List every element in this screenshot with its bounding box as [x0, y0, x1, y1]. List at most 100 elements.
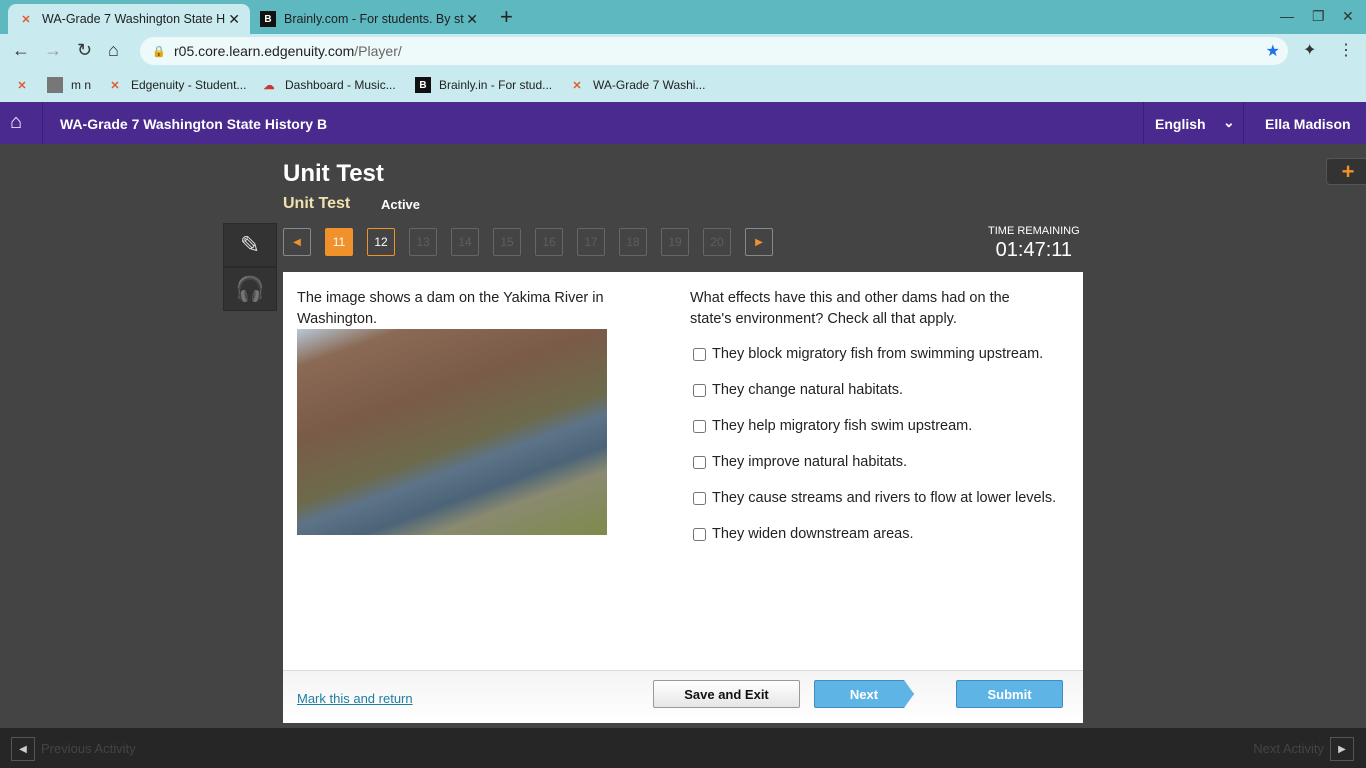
stimulus-text: The image shows a dam on the Yakima Rive… — [297, 290, 604, 327]
bookmark[interactable]: B Brainly.in - For stud... — [415, 77, 552, 93]
dam-photo — [297, 329, 607, 535]
option-label: They improve natural habitats. — [712, 454, 908, 470]
app-header: ⌂ WA-Grade 7 Washington State History B … — [0, 102, 1366, 144]
home-icon[interactable]: ⌂ — [10, 111, 22, 134]
page-13: 13 — [409, 228, 437, 256]
bookmark[interactable]: ✕ WA-Grade 7 Washi... — [569, 77, 705, 93]
close-icon[interactable]: ✕ — [228, 11, 240, 28]
option[interactable]: They change natural habitats. — [693, 382, 903, 398]
option-checkbox[interactable] — [693, 347, 706, 361]
option-checkbox[interactable] — [693, 419, 706, 433]
edgenuity-icon: ✕ — [17, 79, 27, 92]
next-question-button[interactable]: ▶ — [745, 228, 773, 256]
new-tab-button[interactable]: + — [500, 4, 513, 30]
back-icon[interactable]: ← — [12, 40, 30, 61]
reload-icon[interactable]: ↻ — [77, 40, 92, 61]
bookmark-label: m n — [71, 78, 92, 92]
course-title: WA-Grade 7 Washington State History B — [60, 116, 328, 132]
next-button[interactable]: Next — [814, 680, 914, 708]
lock-icon: 🔒 — [152, 45, 166, 58]
option-label: They help migratory fish swim upstream. — [712, 418, 973, 434]
music-icon: ☁ — [263, 79, 275, 92]
page-14: 14 — [451, 228, 479, 256]
option-label: They widen downstream areas. — [712, 526, 914, 542]
minimize-icon[interactable]: — — [1280, 8, 1294, 24]
option-checkbox[interactable] — [693, 455, 706, 469]
next-activity-label[interactable]: Next Activity — [1253, 741, 1324, 756]
option-label: They change natural habitats. — [712, 382, 904, 398]
headphones-icon[interactable]: 🎧 — [223, 267, 277, 311]
bookmark-label: Brainly.in - For stud... — [439, 78, 553, 92]
mark-and-return-link[interactable]: Mark this and return — [297, 691, 413, 706]
option[interactable]: They widen downstream areas. — [693, 526, 914, 542]
tab-brainly[interactable]: B Brainly.com - For students. By st ✕ — [250, 4, 488, 34]
page-20: 20 — [703, 228, 731, 256]
browser-tab-bar: ✕ WA-Grade 7 Washington State H ✕ B Brainly… — [0, 0, 1366, 34]
question-panel: The image shows a dam on the Yakima Rive… — [283, 272, 1083, 723]
option[interactable]: They help migratory fish swim upstream. — [693, 418, 972, 434]
tab-edgenuity[interactable]: ✕ WA-Grade 7 Washington State H ✕ — [8, 4, 250, 34]
activity-subtitle: Unit Test — [283, 195, 351, 212]
option[interactable]: They improve natural habitats. — [693, 454, 907, 470]
timer-label: TIME REMAINING — [988, 225, 1080, 237]
address-bar[interactable]: 🔒 r05.core.learn.edgenuity.com/Player/ ★ — [140, 37, 1288, 65]
option-checkbox[interactable] — [693, 383, 706, 397]
bookmark-label: Dashboard - Music... — [285, 78, 396, 92]
page-11[interactable]: 11 — [325, 228, 353, 256]
close-icon[interactable]: ✕ — [466, 11, 478, 28]
url-host: r05.core.learn.edgenuity.com — [174, 43, 355, 59]
brainly-icon: B — [260, 11, 276, 27]
url-path: /Player/ — [354, 43, 402, 59]
page-16: 16 — [535, 228, 563, 256]
save-and-exit-button[interactable]: Save and Exit — [653, 680, 800, 708]
option[interactable]: They cause streams and rivers to flow at… — [693, 490, 1056, 506]
bookmark-label: Edgenuity - Student... — [131, 78, 247, 92]
edgenuity-icon: ✕ — [572, 79, 582, 92]
bookmark[interactable]: m n — [47, 77, 91, 93]
bookmark[interactable]: ☁ Dashboard - Music... — [261, 77, 396, 93]
prev-activity-button[interactable]: ◀ — [11, 737, 35, 761]
page-15: 15 — [493, 228, 521, 256]
activity-nav-bar: ◀ Previous Activity Next Activity ▶ — [0, 728, 1366, 768]
submit-button[interactable]: Submit — [956, 680, 1063, 708]
forward-icon[interactable]: → — [44, 40, 62, 61]
star-icon[interactable]: ★ — [1266, 41, 1280, 61]
tool-palette: ✎ 🎧 — [223, 223, 277, 311]
option-checkbox[interactable] — [693, 527, 706, 541]
page-17: 17 — [577, 228, 605, 256]
edgenuity-icon: ✕ — [21, 13, 31, 26]
tab-title: WA-Grade 7 Washington State H — [42, 12, 226, 26]
page-19: 19 — [661, 228, 689, 256]
edgenuity-icon: ✕ — [110, 79, 120, 92]
bookmark[interactable]: ✕ — [14, 77, 38, 93]
page-18: 18 — [619, 228, 647, 256]
question-prompt: What effects have this and other dams ha… — [690, 290, 1010, 327]
bookmarks-bar: ✕ m n ✕ Edgenuity - Student... ☁ Dashboard… — [0, 68, 1366, 102]
prev-question-button[interactable]: ◀ — [283, 228, 311, 256]
option[interactable]: They block migratory fish from swimming … — [693, 346, 1043, 362]
tab-title: Brainly.com - For students. By st — [284, 12, 464, 26]
user-name[interactable]: Ella Madison — [1265, 116, 1351, 132]
question-footer: Mark this and return Save and Exit Next … — [283, 670, 1083, 723]
restore-icon[interactable]: ❐ — [1312, 8, 1325, 25]
menu-icon[interactable]: ⋮ — [1338, 40, 1354, 60]
brainly-icon: B — [415, 77, 431, 93]
prev-activity-label[interactable]: Previous Activity — [41, 741, 136, 756]
pencil-icon[interactable]: ✎ — [223, 223, 277, 267]
roblox-icon — [47, 77, 63, 93]
chevron-down-icon[interactable]: ⌄ — [1223, 114, 1235, 131]
bookmark-label: WA-Grade 7 Washi... — [593, 78, 706, 92]
option-label: They block migratory fish from swimming … — [712, 346, 1044, 362]
option-checkbox[interactable] — [693, 491, 706, 505]
bookmark[interactable]: ✕ Edgenuity - Student... — [107, 77, 246, 93]
status-badge: Active — [381, 197, 421, 212]
close-window-icon[interactable]: ✕ — [1342, 8, 1354, 25]
language-select[interactable]: English — [1155, 116, 1206, 132]
option-label: They cause streams and rivers to flow at… — [712, 490, 1057, 506]
plus-icon[interactable]: + — [1326, 158, 1366, 185]
page-title: Unit Test — [283, 160, 384, 187]
home-icon[interactable]: ⌂ — [108, 40, 119, 61]
extensions-icon[interactable]: ✦ — [1303, 40, 1316, 60]
next-activity-button[interactable]: ▶ — [1330, 737, 1354, 761]
page-12[interactable]: 12 — [367, 228, 395, 256]
